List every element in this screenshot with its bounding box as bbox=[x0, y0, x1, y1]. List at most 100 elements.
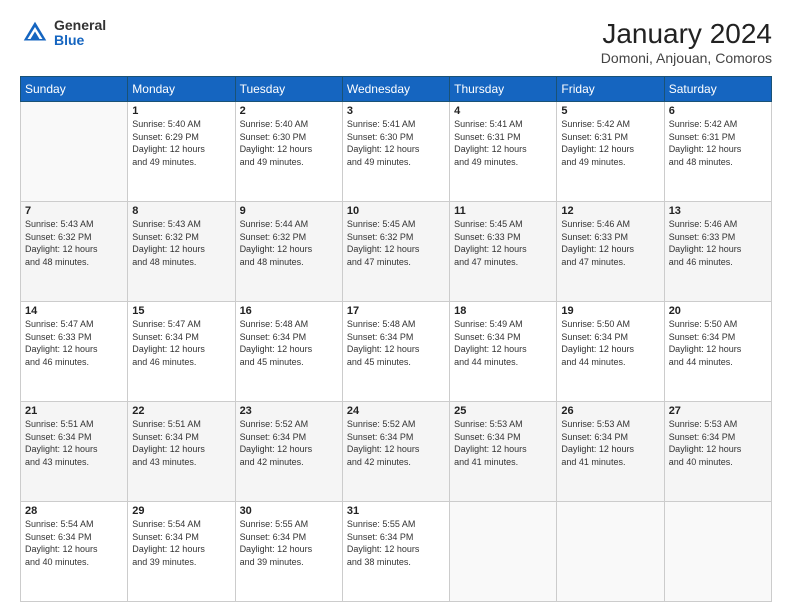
day-info: Sunrise: 5:48 AM Sunset: 6:34 PM Dayligh… bbox=[240, 318, 338, 368]
calendar-cell: 6Sunrise: 5:42 AM Sunset: 6:31 PM Daylig… bbox=[664, 102, 771, 202]
calendar-table: SundayMondayTuesdayWednesdayThursdayFrid… bbox=[20, 76, 772, 602]
calendar-cell bbox=[21, 102, 128, 202]
day-number: 16 bbox=[240, 305, 338, 317]
day-info: Sunrise: 5:51 AM Sunset: 6:34 PM Dayligh… bbox=[25, 418, 123, 468]
page-title: January 2024 bbox=[601, 18, 772, 50]
calendar-cell: 2Sunrise: 5:40 AM Sunset: 6:30 PM Daylig… bbox=[235, 102, 342, 202]
day-number: 21 bbox=[25, 405, 123, 417]
day-info: Sunrise: 5:40 AM Sunset: 6:29 PM Dayligh… bbox=[132, 118, 230, 168]
calendar-week-row: 21Sunrise: 5:51 AM Sunset: 6:34 PM Dayli… bbox=[21, 402, 772, 502]
weekday-header: Sunday bbox=[21, 77, 128, 102]
page: General Blue January 2024 Domoni, Anjoua… bbox=[0, 0, 792, 612]
calendar-cell: 13Sunrise: 5:46 AM Sunset: 6:33 PM Dayli… bbox=[664, 202, 771, 302]
calendar-cell: 26Sunrise: 5:53 AM Sunset: 6:34 PM Dayli… bbox=[557, 402, 664, 502]
calendar-cell: 30Sunrise: 5:55 AM Sunset: 6:34 PM Dayli… bbox=[235, 502, 342, 602]
day-number: 18 bbox=[454, 305, 552, 317]
calendar-cell: 18Sunrise: 5:49 AM Sunset: 6:34 PM Dayli… bbox=[450, 302, 557, 402]
calendar-cell bbox=[557, 502, 664, 602]
day-number: 23 bbox=[240, 405, 338, 417]
calendar-cell: 24Sunrise: 5:52 AM Sunset: 6:34 PM Dayli… bbox=[342, 402, 449, 502]
day-info: Sunrise: 5:49 AM Sunset: 6:34 PM Dayligh… bbox=[454, 318, 552, 368]
day-info: Sunrise: 5:46 AM Sunset: 6:33 PM Dayligh… bbox=[669, 218, 767, 268]
day-info: Sunrise: 5:55 AM Sunset: 6:34 PM Dayligh… bbox=[347, 518, 445, 568]
calendar-cell: 3Sunrise: 5:41 AM Sunset: 6:30 PM Daylig… bbox=[342, 102, 449, 202]
day-info: Sunrise: 5:41 AM Sunset: 6:30 PM Dayligh… bbox=[347, 118, 445, 168]
day-number: 9 bbox=[240, 205, 338, 217]
day-info: Sunrise: 5:41 AM Sunset: 6:31 PM Dayligh… bbox=[454, 118, 552, 168]
day-info: Sunrise: 5:46 AM Sunset: 6:33 PM Dayligh… bbox=[561, 218, 659, 268]
calendar-cell bbox=[450, 502, 557, 602]
title-area: January 2024 Domoni, Anjouan, Comoros bbox=[601, 18, 772, 66]
day-number: 6 bbox=[669, 105, 767, 117]
day-info: Sunrise: 5:51 AM Sunset: 6:34 PM Dayligh… bbox=[132, 418, 230, 468]
day-number: 27 bbox=[669, 405, 767, 417]
day-number: 29 bbox=[132, 505, 230, 517]
calendar-cell: 1Sunrise: 5:40 AM Sunset: 6:29 PM Daylig… bbox=[128, 102, 235, 202]
day-number: 20 bbox=[669, 305, 767, 317]
day-info: Sunrise: 5:48 AM Sunset: 6:34 PM Dayligh… bbox=[347, 318, 445, 368]
calendar-cell: 5Sunrise: 5:42 AM Sunset: 6:31 PM Daylig… bbox=[557, 102, 664, 202]
calendar-cell: 16Sunrise: 5:48 AM Sunset: 6:34 PM Dayli… bbox=[235, 302, 342, 402]
calendar-cell: 21Sunrise: 5:51 AM Sunset: 6:34 PM Dayli… bbox=[21, 402, 128, 502]
calendar-cell: 10Sunrise: 5:45 AM Sunset: 6:32 PM Dayli… bbox=[342, 202, 449, 302]
calendar-week-row: 14Sunrise: 5:47 AM Sunset: 6:33 PM Dayli… bbox=[21, 302, 772, 402]
day-info: Sunrise: 5:43 AM Sunset: 6:32 PM Dayligh… bbox=[132, 218, 230, 268]
day-info: Sunrise: 5:44 AM Sunset: 6:32 PM Dayligh… bbox=[240, 218, 338, 268]
calendar-cell: 7Sunrise: 5:43 AM Sunset: 6:32 PM Daylig… bbox=[21, 202, 128, 302]
calendar-cell: 22Sunrise: 5:51 AM Sunset: 6:34 PM Dayli… bbox=[128, 402, 235, 502]
calendar-cell: 23Sunrise: 5:52 AM Sunset: 6:34 PM Dayli… bbox=[235, 402, 342, 502]
day-number: 15 bbox=[132, 305, 230, 317]
day-number: 4 bbox=[454, 105, 552, 117]
calendar-week-row: 7Sunrise: 5:43 AM Sunset: 6:32 PM Daylig… bbox=[21, 202, 772, 302]
day-number: 8 bbox=[132, 205, 230, 217]
day-number: 11 bbox=[454, 205, 552, 217]
day-number: 1 bbox=[132, 105, 230, 117]
calendar-cell: 17Sunrise: 5:48 AM Sunset: 6:34 PM Dayli… bbox=[342, 302, 449, 402]
logo-general-text: General bbox=[54, 18, 106, 33]
day-info: Sunrise: 5:52 AM Sunset: 6:34 PM Dayligh… bbox=[240, 418, 338, 468]
day-number: 25 bbox=[454, 405, 552, 417]
day-info: Sunrise: 5:43 AM Sunset: 6:32 PM Dayligh… bbox=[25, 218, 123, 268]
day-info: Sunrise: 5:47 AM Sunset: 6:34 PM Dayligh… bbox=[132, 318, 230, 368]
day-info: Sunrise: 5:54 AM Sunset: 6:34 PM Dayligh… bbox=[25, 518, 123, 568]
day-number: 13 bbox=[669, 205, 767, 217]
page-subtitle: Domoni, Anjouan, Comoros bbox=[601, 50, 772, 66]
day-info: Sunrise: 5:53 AM Sunset: 6:34 PM Dayligh… bbox=[454, 418, 552, 468]
logo-blue-text: Blue bbox=[54, 33, 106, 48]
weekday-header: Friday bbox=[557, 77, 664, 102]
calendar-cell: 12Sunrise: 5:46 AM Sunset: 6:33 PM Dayli… bbox=[557, 202, 664, 302]
calendar-cell: 9Sunrise: 5:44 AM Sunset: 6:32 PM Daylig… bbox=[235, 202, 342, 302]
calendar-week-row: 1Sunrise: 5:40 AM Sunset: 6:29 PM Daylig… bbox=[21, 102, 772, 202]
calendar-header-row: SundayMondayTuesdayWednesdayThursdayFrid… bbox=[21, 77, 772, 102]
day-number: 12 bbox=[561, 205, 659, 217]
calendar-cell: 11Sunrise: 5:45 AM Sunset: 6:33 PM Dayli… bbox=[450, 202, 557, 302]
calendar-cell: 25Sunrise: 5:53 AM Sunset: 6:34 PM Dayli… bbox=[450, 402, 557, 502]
day-number: 10 bbox=[347, 205, 445, 217]
calendar-week-row: 28Sunrise: 5:54 AM Sunset: 6:34 PM Dayli… bbox=[21, 502, 772, 602]
day-info: Sunrise: 5:54 AM Sunset: 6:34 PM Dayligh… bbox=[132, 518, 230, 568]
day-number: 31 bbox=[347, 505, 445, 517]
weekday-header: Tuesday bbox=[235, 77, 342, 102]
logo-icon bbox=[20, 18, 50, 48]
logo: General Blue bbox=[20, 18, 106, 49]
day-number: 5 bbox=[561, 105, 659, 117]
calendar-cell: 19Sunrise: 5:50 AM Sunset: 6:34 PM Dayli… bbox=[557, 302, 664, 402]
calendar-cell: 14Sunrise: 5:47 AM Sunset: 6:33 PM Dayli… bbox=[21, 302, 128, 402]
day-number: 14 bbox=[25, 305, 123, 317]
day-number: 24 bbox=[347, 405, 445, 417]
weekday-header: Saturday bbox=[664, 77, 771, 102]
day-number: 17 bbox=[347, 305, 445, 317]
calendar-cell: 8Sunrise: 5:43 AM Sunset: 6:32 PM Daylig… bbox=[128, 202, 235, 302]
calendar-cell: 20Sunrise: 5:50 AM Sunset: 6:34 PM Dayli… bbox=[664, 302, 771, 402]
day-info: Sunrise: 5:53 AM Sunset: 6:34 PM Dayligh… bbox=[561, 418, 659, 468]
weekday-header: Wednesday bbox=[342, 77, 449, 102]
calendar-cell bbox=[664, 502, 771, 602]
calendar-cell: 28Sunrise: 5:54 AM Sunset: 6:34 PM Dayli… bbox=[21, 502, 128, 602]
day-info: Sunrise: 5:42 AM Sunset: 6:31 PM Dayligh… bbox=[669, 118, 767, 168]
calendar-cell: 4Sunrise: 5:41 AM Sunset: 6:31 PM Daylig… bbox=[450, 102, 557, 202]
day-number: 30 bbox=[240, 505, 338, 517]
day-info: Sunrise: 5:42 AM Sunset: 6:31 PM Dayligh… bbox=[561, 118, 659, 168]
day-number: 7 bbox=[25, 205, 123, 217]
day-number: 19 bbox=[561, 305, 659, 317]
day-number: 2 bbox=[240, 105, 338, 117]
